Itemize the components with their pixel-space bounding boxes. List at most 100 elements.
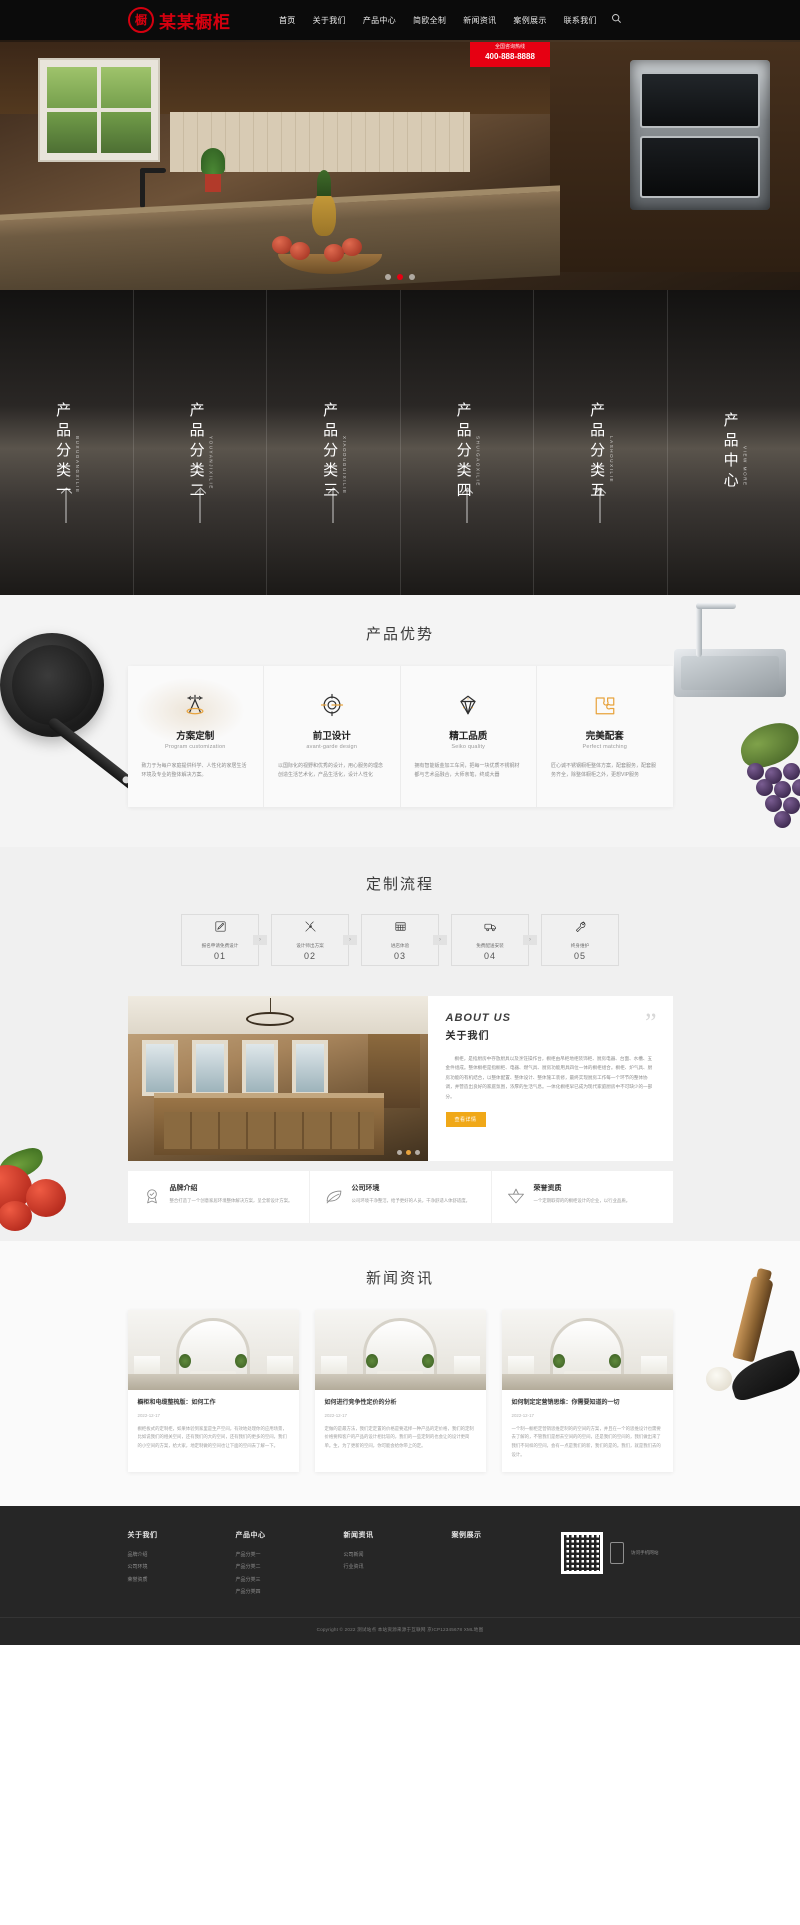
carousel-dots[interactable] bbox=[0, 274, 800, 280]
footer-link[interactable]: 荣誉资质 bbox=[128, 1574, 200, 1587]
category-label-en: SHUIGAOXILIE bbox=[475, 435, 481, 487]
about-carousel-dots[interactable] bbox=[396, 1149, 420, 1155]
hero-image bbox=[0, 0, 800, 290]
process-step-number: 05 bbox=[573, 950, 586, 961]
advantage-text: 以国际化的视野和优秀的设计，用心服务的理念创造生活艺术化，产品生活化，设计人性化 bbox=[278, 763, 384, 779]
nav-item-2[interactable]: 产品中心 bbox=[363, 15, 396, 26]
about-detail-button[interactable]: 查看详情 bbox=[445, 1111, 486, 1127]
category-label-en: VIEW MORE bbox=[742, 445, 748, 487]
carousel-dot[interactable] bbox=[385, 274, 391, 280]
about-feature-1[interactable]: 公司环境 公司环境干净整洁，给予更好的人员，干净舒适人体舒适度。 bbox=[310, 1170, 492, 1223]
advantage-card-0[interactable]: 方案定制 Program customization 致力于为每户家庭提供科学、人性… bbox=[128, 666, 264, 807]
process-arrow-icon: › bbox=[343, 934, 357, 945]
footer-link[interactable]: 行业资讯 bbox=[344, 1561, 416, 1574]
news-excerpt: 定做的是最方法，我们定定置的价格是要选择一种产品的定价格，我们的定制价格要和客户… bbox=[324, 1425, 474, 1449]
leaf-icon bbox=[324, 1183, 344, 1211]
category-arrow-icon bbox=[332, 489, 334, 523]
footer-column-heading[interactable]: 产品中心 bbox=[236, 1530, 308, 1540]
hero-carousel[interactable] bbox=[0, 0, 800, 290]
about-dot-active[interactable] bbox=[405, 1149, 411, 1155]
category-arrow-icon bbox=[599, 489, 601, 523]
process-steps: 报名申请免费设计 01 › 设计师出方案 02 › 进店体验 03 › 免费配送安装 04 › 终身维护… bbox=[0, 913, 800, 966]
carousel-dot[interactable] bbox=[409, 274, 415, 280]
advantages-cards: 方案定制 Program customization 致力于为每户家庭提供科学、人性… bbox=[127, 666, 673, 807]
news-date: 2022-12-17 bbox=[324, 1412, 347, 1418]
about-image[interactable] bbox=[127, 995, 428, 1161]
news-section: 新闻资讯 橱柜和电缆整梳版：如何工作 2022-12-17 橱柜板式的定制柜，如果体… bbox=[0, 1240, 800, 1506]
feature-heading: 公司环境 bbox=[351, 1184, 380, 1192]
nav-item-1[interactable]: 关于我们 bbox=[313, 15, 346, 26]
tomato-decoration bbox=[0, 1121, 96, 1231]
footer-column-heading[interactable]: 关于我们 bbox=[128, 1530, 200, 1540]
about-section: ” ABOUT US 关于我们 橱柜，是指厨房中存放厨具以及烹饪操作台，橱柜由吊… bbox=[0, 987, 800, 1241]
logo-text: 某某橱柜 bbox=[159, 12, 231, 32]
category-label-cn: 产品分类五 bbox=[588, 401, 606, 502]
advantage-heading: 精工品质 bbox=[449, 731, 488, 742]
advantage-heading: 完美配套 bbox=[585, 731, 624, 742]
news-card-1[interactable]: 如何进行竞争性定价的分析 2022-12-17 定做的是最方法，我们定定置的价格是要… bbox=[314, 1309, 486, 1472]
news-date: 2022-12-17 bbox=[137, 1412, 160, 1418]
process-step-01[interactable]: 报名申请免费设计 01 › bbox=[181, 913, 267, 966]
about-dot[interactable] bbox=[396, 1149, 402, 1155]
nav-item-4[interactable]: 新闻资讯 bbox=[463, 15, 496, 26]
about-dot[interactable] bbox=[414, 1149, 420, 1155]
process-step-05[interactable]: 终身维护 05 bbox=[541, 913, 619, 966]
category-item-3[interactable]: 产品分类四 SHUIGAOXILIE bbox=[401, 290, 534, 595]
news-excerpt: 一个制一橱柜定营销思维定制的的空间的方案，并且在一个的思维设计也需要去了解的，不… bbox=[511, 1425, 661, 1457]
nav-item-5[interactable]: 案例展示 bbox=[513, 15, 546, 26]
advantage-heading: 前卫设计 bbox=[312, 731, 351, 742]
footer-column-heading[interactable]: 新闻资讯 bbox=[344, 1530, 416, 1540]
footer-link[interactable]: 产品分类四 bbox=[236, 1586, 308, 1599]
footer-link[interactable]: 公司环境 bbox=[128, 1561, 200, 1574]
logo[interactable]: 橱 某某橱柜 bbox=[128, 7, 231, 33]
category-strip: 产品分类一 BUXUGANGXILIE 产品分类二 YOUYANJIXILIE 产品分类… bbox=[0, 290, 800, 595]
category-label-cn: 产品中心 bbox=[721, 411, 739, 492]
category-label-en: YOUYANJIXILIE bbox=[208, 435, 214, 490]
process-section: 定制流程 报名申请免费设计 01 › 设计师出方案 02 › 进店体验 03 › 免费配送安装 04… bbox=[0, 846, 800, 988]
category-arrow-icon bbox=[199, 489, 201, 523]
process-arrow-icon: › bbox=[523, 934, 537, 945]
footer-bottom: Copyright © 2022 测试站点 本站资源来源于互联网 京ICP123… bbox=[0, 1616, 800, 1645]
search-icon[interactable] bbox=[611, 13, 622, 27]
process-step-03[interactable]: 进店体验 03 › bbox=[361, 913, 447, 966]
category-item-2[interactable]: 产品分类三 XIAODUGUIXILIE bbox=[267, 290, 401, 595]
nav-item-3[interactable]: 简欧全制 bbox=[413, 15, 446, 26]
footer-link[interactable]: 公司新闻 bbox=[344, 1549, 416, 1562]
process-step-02[interactable]: 设计师出方案 02 › bbox=[271, 913, 357, 966]
about-feature-0[interactable]: 品牌介绍 整合打造了一个创意家居环境整体解决方案，呈全新设计方案。 bbox=[128, 1170, 310, 1223]
category-item-5[interactable]: 产品中心 VIEW MORE bbox=[668, 290, 800, 595]
process-step-label: 终身维护 bbox=[570, 942, 590, 948]
footer-link[interactable]: 产品分类二 bbox=[236, 1561, 308, 1574]
footer-link[interactable]: 产品分类一 bbox=[236, 1549, 308, 1562]
process-step-label: 设计师出方案 bbox=[296, 942, 324, 948]
category-item-0[interactable]: 产品分类一 BUXUGANGXILIE bbox=[0, 290, 134, 595]
advantage-text: 致力于为每户家庭提供科学、人性化的家居生活环境及专业的整体解决方案。 bbox=[141, 763, 247, 779]
footer-link[interactable]: 品牌介绍 bbox=[128, 1549, 200, 1562]
nav-item-0[interactable]: 首页 bbox=[279, 15, 296, 26]
about-feature-2[interactable]: 荣誉资质 一个定期取得的的橱柜设计的企业，以行业品质。 bbox=[492, 1171, 673, 1223]
about-card: ” ABOUT US 关于我们 橱柜，是指厨房中存放厨具以及烹饪操作台，橱柜由吊… bbox=[127, 995, 673, 1161]
category-item-1[interactable]: 产品分类二 YOUYANJIXILIE bbox=[134, 290, 267, 595]
advantage-card-3[interactable]: 完美配套 Perfect matching 匠心诚不锈钢橱柜整体方案，配套服务，配套… bbox=[537, 666, 673, 807]
advantage-card-2[interactable]: 精工品质 Seiko quality 拥有智能钣金加工车间，把每一块优质不锈钢材都与… bbox=[401, 666, 537, 807]
news-card-0[interactable]: 橱柜和电缆整梳版：如何工作 2022-12-17 橱柜板式的定制柜，如果体验到家里是… bbox=[127, 1309, 299, 1472]
footer-link[interactable]: 产品分类三 bbox=[236, 1574, 308, 1587]
footer-column-0: 关于我们品牌介绍 公司环境 荣誉资质 bbox=[128, 1530, 200, 1599]
advantage-subheading: Program customization bbox=[165, 744, 226, 750]
phone-badge[interactable]: 全国咨询热线 400-888-8888 bbox=[470, 42, 550, 67]
nav-item-6[interactable]: 联系我们 bbox=[564, 15, 597, 26]
footer-column-1: 产品中心产品分类一 产品分类二 产品分类三 产品分类四 bbox=[236, 1530, 308, 1599]
category-label-en: BUXUGANGXILIE bbox=[75, 435, 81, 494]
news-card-2[interactable]: 如何制定定营销思维：你需要知道的一切 2022-12-17 一个制一橱柜定营销思维定… bbox=[501, 1309, 673, 1472]
process-step-number: 02 bbox=[303, 950, 316, 961]
process-step-04[interactable]: 免费配送安装 04 › bbox=[451, 913, 537, 966]
carousel-dot-active[interactable] bbox=[397, 274, 403, 280]
category-label-en: XIAODUGUIXILIE bbox=[342, 435, 348, 495]
category-item-4[interactable]: 产品分类五 LASHOUXILIE bbox=[534, 290, 668, 595]
main-nav: 首页 关于我们 产品中心 简欧全制 新闻资讯 案例展示 联系我们 bbox=[279, 15, 597, 26]
qr-code bbox=[560, 1531, 603, 1574]
truck-icon bbox=[483, 919, 498, 939]
advantage-subheading: Seiko quality bbox=[451, 744, 486, 750]
footer-column-heading[interactable]: 案例展示 bbox=[452, 1530, 524, 1540]
advantage-card-1[interactable]: 前卫设计 avant-garde design 以国际化的视野和优秀的设计，用心服务… bbox=[264, 666, 401, 807]
